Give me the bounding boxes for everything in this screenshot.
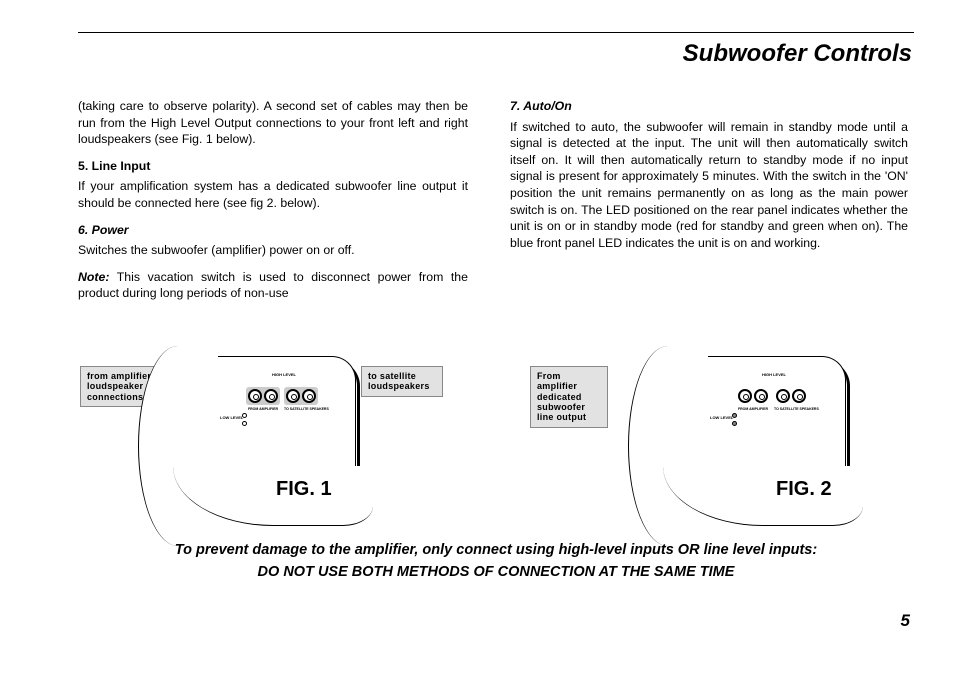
fig1-callout-right: to satellite loudspeakers [361, 366, 443, 397]
fig2-caption: FIG. 2 [776, 478, 832, 501]
note-label: Note: [78, 270, 109, 284]
section-6-heading: 6. Power [78, 222, 468, 239]
intro-paragraph: (taking care to observe polarity). A sec… [78, 98, 468, 148]
warning-line-1: To prevent damage to the amplifier, only… [78, 540, 914, 562]
fig1-curve [138, 346, 218, 546]
fig1-high-level-label: HIGH LEVEL [272, 372, 296, 377]
fig2-high-level-label: HIGH LEVEL [762, 372, 786, 377]
rca-jack-icon [242, 413, 247, 418]
fig2-from-amp-label: FROM AMPLIFIER [736, 407, 770, 411]
top-rule [78, 32, 914, 33]
warning-line-2: DO NOT USE BOTH METHODS OF CONNECTION AT… [78, 562, 914, 584]
right-column: 7. Auto/On If switched to auto, the subw… [510, 98, 908, 261]
section-6-body: Switches the subwoofer (amplifier) power… [78, 242, 468, 259]
section-7-body: If switched to auto, the subwoofer will … [510, 119, 908, 252]
fig1-high-level-connectors: FROM AMPLIFIER TO SATELLITE SPEAKERS [246, 387, 318, 405]
section-5-body: If your amplification system has a dedic… [78, 178, 468, 211]
rca-jack-icon [732, 421, 737, 426]
left-column: (taking care to observe polarity). A sec… [78, 98, 468, 312]
terminal-ring-icon [738, 389, 752, 403]
terminal-ring-icon [792, 389, 806, 403]
rca-jack-icon [242, 421, 247, 426]
fig2-from-amp-group: FROM AMPLIFIER [736, 387, 770, 405]
fig1-caption: FIG. 1 [276, 478, 332, 501]
terminal-ring-icon [248, 389, 262, 403]
terminal-ring-icon [754, 389, 768, 403]
fig1-to-satellite-label: TO SATELLITE SPEAKERS [284, 407, 318, 411]
fig1-to-satellite-group: TO SATELLITE SPEAKERS [284, 387, 318, 405]
fig1-low-level-label: LOW LEVEL [220, 415, 243, 420]
fig2-to-satellite-group: TO SATELLITE SPEAKERS [774, 387, 808, 405]
terminal-ring-icon [286, 389, 300, 403]
fig2-low-level-label: LOW LEVEL [710, 415, 733, 420]
section-5-heading: 5. Line Input [78, 158, 468, 175]
figure-1: from amplifier loudspeaker connections t… [78, 356, 478, 506]
fig2-callout: From amplifier dedicated subwoofer line … [530, 366, 608, 428]
warning-block: To prevent damage to the amplifier, only… [78, 540, 914, 584]
figure-2: From amplifier dedicated subwoofer line … [528, 356, 928, 506]
terminal-ring-icon [302, 389, 316, 403]
page-number: 5 [901, 611, 910, 631]
fig1-from-amp-label: FROM AMPLIFIER [246, 407, 280, 411]
section-7-heading: 7. Auto/On [510, 98, 908, 115]
note-body: This vacation switch is used to disconne… [78, 270, 468, 301]
terminal-ring-icon [264, 389, 278, 403]
fig2-curve [628, 346, 708, 546]
note-paragraph: Note: This vacation switch is used to di… [78, 269, 468, 302]
figures-row: from amplifier loudspeaker connections t… [78, 356, 914, 516]
fig1-from-amp-group: FROM AMPLIFIER [246, 387, 280, 405]
fig2-to-satellite-label: TO SATELLITE SPEAKERS [774, 407, 808, 411]
fig2-high-level-connectors: FROM AMPLIFIER TO SATELLITE SPEAKERS [736, 387, 808, 405]
rca-jack-icon [732, 413, 737, 418]
page-title: Subwoofer Controls [683, 40, 912, 68]
terminal-ring-icon [776, 389, 790, 403]
